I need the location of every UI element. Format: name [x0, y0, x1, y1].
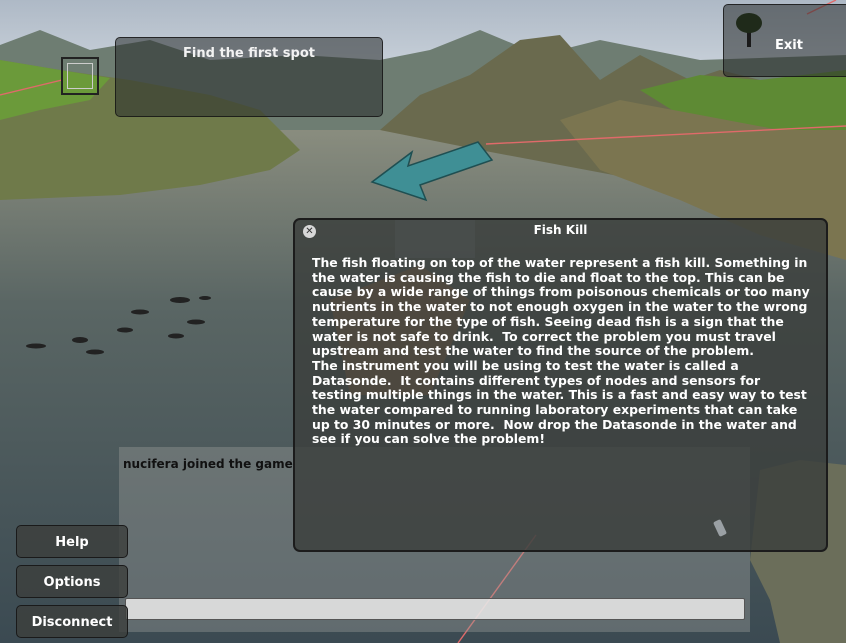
- chat-message: nucifera joined the game: [123, 457, 293, 471]
- objective-text: Find the first spot: [183, 46, 315, 61]
- exit-label: Exit: [775, 38, 803, 53]
- disconnect-button[interactable]: Disconnect: [16, 605, 128, 638]
- options-button[interactable]: Options: [16, 565, 128, 598]
- exit-button[interactable]: Exit: [723, 4, 846, 77]
- info-dialog: ✕ Fish Kill The fish floating on top of …: [293, 218, 828, 552]
- dialog-body: The fish floating on top of the water re…: [312, 255, 810, 447]
- objective-panel: Find the first spot: [115, 37, 383, 117]
- map-marker-box: [61, 57, 99, 95]
- datasonde-icon: [713, 519, 727, 537]
- help-button[interactable]: Help: [16, 525, 128, 558]
- dialog-title: Fish Kill: [533, 223, 588, 237]
- chat-input[interactable]: [125, 598, 745, 620]
